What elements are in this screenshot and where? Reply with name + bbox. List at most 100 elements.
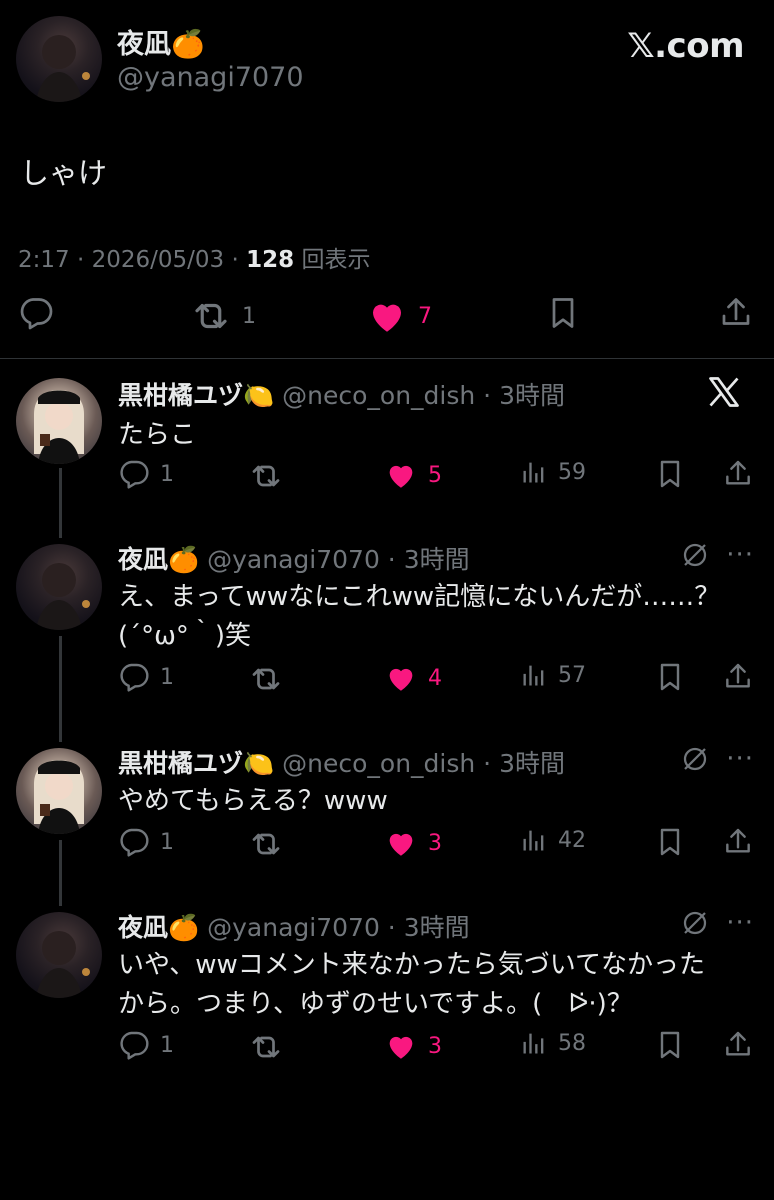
reply-text: たらこ xyxy=(118,420,197,450)
views-count: 42 xyxy=(558,827,586,853)
reply-button[interactable] xyxy=(18,295,54,331)
retweet-count: 1 xyxy=(242,303,256,329)
views-button[interactable]: 57 xyxy=(520,661,586,689)
reply-button[interactable]: 1 xyxy=(118,1029,174,1061)
bookmark-icon xyxy=(545,295,581,331)
share-icon xyxy=(722,661,754,693)
author-handle[interactable]: @yanagi7070 xyxy=(207,545,380,574)
avatar[interactable] xyxy=(16,378,102,464)
avatar[interactable] xyxy=(16,748,102,834)
reply-header: 夜凪🍊 @yanagi7070 · 3時間 xyxy=(118,545,470,574)
reply-text: いや、wwコメント来なかったら気づいてなかった から。つまり、ゆずのせいですよ。… xyxy=(118,946,705,1024)
reply-text-line: いや、wwコメント来なかったら気づいてなかった xyxy=(118,950,705,980)
reply-icon xyxy=(18,295,54,331)
grok-icon[interactable] xyxy=(680,744,710,778)
retweet-button[interactable] xyxy=(248,1029,284,1065)
retweet-button[interactable] xyxy=(248,826,284,862)
tweet-date[interactable]: 2026/05/03 xyxy=(92,247,225,273)
author-handle[interactable]: @neco_on_dish xyxy=(282,749,475,778)
views-count: 128 xyxy=(246,247,295,273)
share-button[interactable] xyxy=(718,295,754,331)
reply-button[interactable]: 1 xyxy=(118,458,174,490)
avatar[interactable] xyxy=(16,544,102,630)
like-button[interactable]: 7 xyxy=(366,295,432,337)
retweet-button[interactable]: 1 xyxy=(190,295,256,337)
views-label: 回表示 xyxy=(301,247,371,273)
retweet-button[interactable] xyxy=(248,458,284,494)
reply-text-line: から。つまり、ゆずのせいですよ。( ᐅ̇·)？ xyxy=(118,989,633,1019)
like-button[interactable]: 5 xyxy=(384,458,442,492)
bookmark-button[interactable] xyxy=(654,1029,686,1061)
views-icon xyxy=(520,458,548,486)
avatar[interactable] xyxy=(16,16,102,102)
reply-time[interactable]: 3時間 xyxy=(404,545,470,574)
reply-count: 1 xyxy=(160,829,174,855)
retweet-button[interactable] xyxy=(248,661,284,697)
views-icon xyxy=(520,1029,548,1057)
reply-header: 夜凪🍊 @yanagi7070 · 3時間 xyxy=(118,913,470,942)
heart-icon xyxy=(384,1029,418,1063)
views-icon xyxy=(520,826,548,854)
heart-icon xyxy=(384,661,418,695)
x-com-brand: 𝕏.com xyxy=(627,26,744,66)
author-name[interactable]: 夜凪🍊 xyxy=(118,545,199,574)
more-icon[interactable]: ··· xyxy=(726,908,754,938)
reply-button[interactable]: 1 xyxy=(118,661,174,693)
views-button[interactable]: 59 xyxy=(520,458,586,486)
views-icon xyxy=(520,661,548,689)
more-icon[interactable]: ··· xyxy=(726,744,754,774)
reply-button[interactable]: 1 xyxy=(118,826,174,858)
share-icon xyxy=(722,1029,754,1061)
author-name[interactable]: 夜凪🍊 xyxy=(117,22,205,61)
bookmark-icon xyxy=(654,1029,686,1061)
bookmark-button[interactable] xyxy=(545,295,581,331)
reply-time[interactable]: 3時間 xyxy=(404,913,470,942)
reply-count: 1 xyxy=(160,461,174,487)
author-name[interactable]: 黒柑橘ユヅ🍋 xyxy=(118,381,274,410)
reply-icon xyxy=(118,1029,150,1061)
views-count: 57 xyxy=(558,662,586,688)
views-count: 59 xyxy=(558,459,586,485)
like-button[interactable]: 3 xyxy=(384,826,442,860)
share-button[interactable] xyxy=(722,661,754,693)
reply-text: え、まってwwなにこれww記憶にないんだが……？ (´°ω°｀)笑 xyxy=(118,578,720,656)
tweet-meta: 2:17 · 2026/05/03 · 128 回表示 xyxy=(18,247,371,273)
reply-time[interactable]: 3時間 xyxy=(499,381,565,410)
bookmark-button[interactable] xyxy=(654,661,686,693)
reply-icon xyxy=(118,826,150,858)
retweet-icon xyxy=(248,1029,284,1065)
bookmark-button[interactable] xyxy=(654,458,686,490)
author-name[interactable]: 夜凪🍊 xyxy=(118,913,199,942)
views-button[interactable]: 58 xyxy=(520,1029,586,1057)
retweet-icon xyxy=(248,458,284,494)
author-name[interactable]: 黒柑橘ユヅ🍋 xyxy=(118,749,274,778)
more-icon[interactable]: ··· xyxy=(726,540,754,570)
share-button[interactable] xyxy=(722,826,754,858)
grok-icon[interactable] xyxy=(680,540,710,574)
bookmark-icon xyxy=(654,458,686,490)
share-icon xyxy=(718,295,754,331)
like-button[interactable]: 4 xyxy=(384,661,442,695)
like-count: 5 xyxy=(428,462,442,488)
share-icon xyxy=(722,458,754,490)
author-handle[interactable]: @neco_on_dish xyxy=(282,381,475,410)
divider xyxy=(0,358,774,359)
reply-action-bar: 1 3 42 xyxy=(0,826,774,876)
share-button[interactable] xyxy=(722,1029,754,1061)
views-button[interactable]: 42 xyxy=(520,826,586,854)
tweet-time[interactable]: 2:17 xyxy=(18,247,70,273)
reply-icon xyxy=(118,661,150,693)
author-handle[interactable]: @yanagi7070 xyxy=(117,62,304,93)
author-handle[interactable]: @yanagi7070 xyxy=(207,913,380,942)
avatar[interactable] xyxy=(16,912,102,998)
share-button[interactable] xyxy=(722,458,754,490)
bookmark-button[interactable] xyxy=(654,826,686,858)
reply-action-bar: 1 3 58 xyxy=(0,1029,774,1079)
grok-icon[interactable] xyxy=(680,908,710,942)
tweet-text: しゃけ xyxy=(20,156,108,190)
reply-time[interactable]: 3時間 xyxy=(499,749,565,778)
reply-icon xyxy=(118,458,150,490)
reply-action-bar: 1 5 59 xyxy=(0,458,774,508)
like-count: 7 xyxy=(418,303,432,329)
like-button[interactable]: 3 xyxy=(384,1029,442,1063)
